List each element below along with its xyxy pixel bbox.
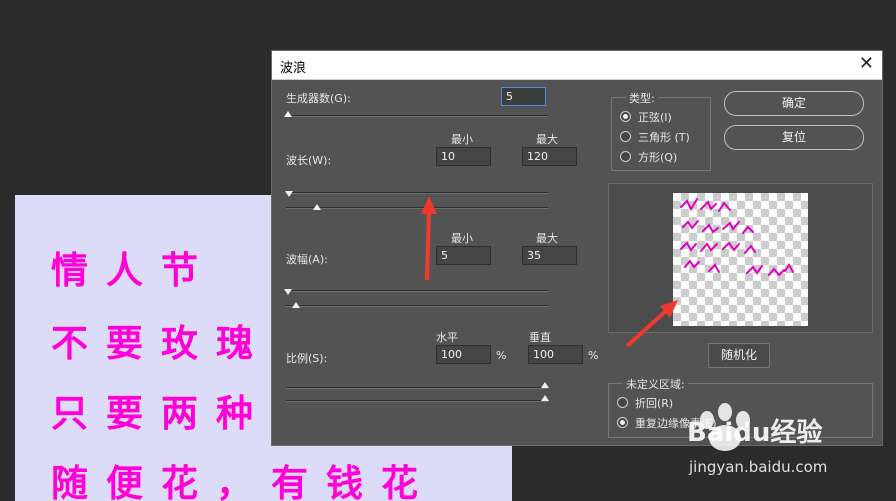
- watermark-brand: Baidu经验: [687, 418, 823, 448]
- arrow-wavelength-icon: [421, 196, 437, 281]
- watermark-url: jingyan.baidu.com: [689, 458, 828, 476]
- arrow-preview-icon: [625, 300, 678, 348]
- baidu-watermark: Baidu经验 jingyan.baidu.com: [685, 400, 885, 480]
